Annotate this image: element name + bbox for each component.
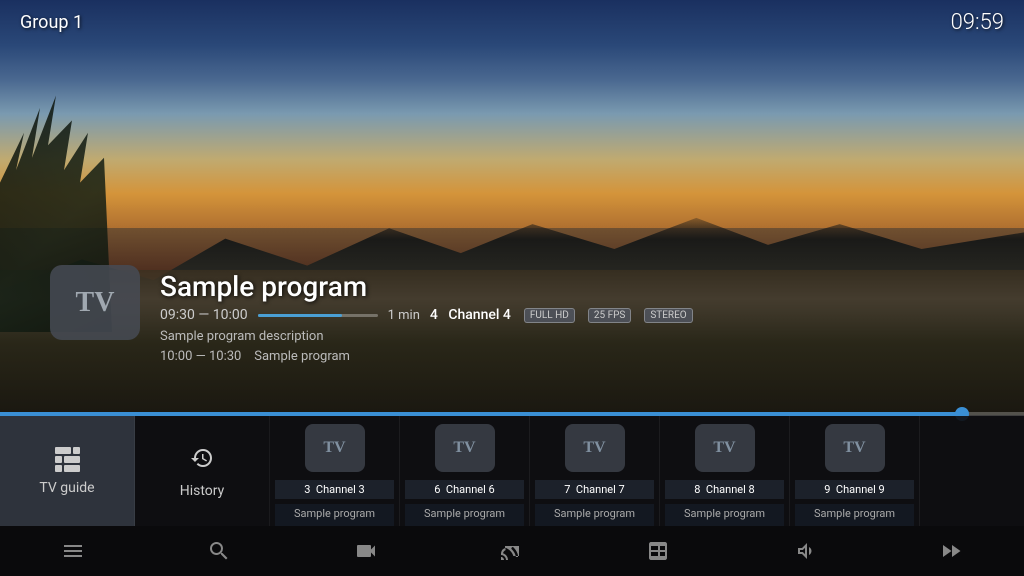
search-button[interactable] bbox=[194, 531, 244, 571]
history-icon bbox=[190, 444, 214, 477]
history-svg bbox=[190, 446, 214, 470]
program-time: 09:30 — 10:00 bbox=[160, 307, 248, 323]
channel-tv-logo: TV bbox=[695, 424, 755, 472]
mini-progress-fill bbox=[258, 314, 342, 317]
channel-card-9[interactable]: TV 9 Channel 9 Sample program bbox=[790, 416, 920, 526]
channel-number-name: 9 Channel 9 bbox=[795, 480, 914, 499]
channel-tv-logo: TV bbox=[435, 424, 495, 472]
program-info: TV Sample program 09:30 — 10:00 1 min 4 … bbox=[60, 270, 984, 364]
mini-progress-bar bbox=[258, 314, 378, 317]
channel-card-6[interactable]: TV 6 Channel 6 Sample program bbox=[400, 416, 530, 526]
cast-button[interactable] bbox=[487, 531, 537, 571]
top-bar: Group 1 09:59 bbox=[0, 0, 1024, 45]
channel-list: TV 3 Channel 3 Sample program TV 6 Chann… bbox=[270, 416, 1024, 526]
group-label: Group 1 bbox=[20, 12, 83, 33]
channel-card-7[interactable]: TV 7 Channel 7 Sample program bbox=[530, 416, 660, 526]
bottom-toolbar bbox=[0, 526, 1024, 576]
channel-number-name: 6 Channel 6 bbox=[405, 480, 524, 499]
menu-icon bbox=[61, 539, 85, 563]
menu-button[interactable] bbox=[48, 531, 98, 571]
badge-fps: 25 FPS bbox=[588, 308, 632, 323]
cast-icon bbox=[500, 539, 524, 563]
badge-fullhd: FULL HD bbox=[524, 308, 575, 323]
channel-name: Channel 4 bbox=[448, 307, 511, 323]
search-icon bbox=[207, 539, 231, 563]
program-details: Sample program 09:30 — 10:00 1 min 4 Cha… bbox=[160, 270, 984, 364]
tv-guide-label: TV guide bbox=[39, 480, 94, 496]
next-program: 10:00 — 10:30 Sample program bbox=[160, 349, 984, 364]
channel-tv-logo: TV bbox=[825, 424, 885, 472]
channel-program: Sample program bbox=[795, 504, 914, 526]
channel-program: Sample program bbox=[275, 504, 394, 526]
nav-tv-guide[interactable]: TV guide bbox=[0, 416, 135, 526]
program-duration: 1 min bbox=[388, 308, 420, 323]
volume-button[interactable] bbox=[780, 531, 830, 571]
program-time-row: 09:30 — 10:00 1 min 4 Channel 4 FULL HD … bbox=[160, 307, 984, 323]
channel-tv-logo: TV bbox=[305, 424, 365, 472]
next-title: Sample program bbox=[254, 349, 350, 364]
video-camera-icon bbox=[354, 539, 378, 563]
video-button[interactable] bbox=[341, 531, 391, 571]
layout-icon bbox=[646, 539, 670, 563]
channel-card-3[interactable]: TV 3 Channel 3 Sample program bbox=[270, 416, 400, 526]
volume-icon bbox=[793, 539, 817, 563]
channel-number-name: 3 Channel 3 bbox=[275, 480, 394, 499]
channel-card-8[interactable]: TV 8 Channel 8 Sample program bbox=[660, 416, 790, 526]
skip-button[interactable] bbox=[926, 531, 976, 571]
layout-button[interactable] bbox=[633, 531, 683, 571]
program-description: Sample program description bbox=[160, 329, 984, 344]
fast-forward-icon bbox=[939, 539, 963, 563]
channel-number: 4 bbox=[430, 307, 438, 323]
channel-logo: TV bbox=[50, 265, 140, 340]
channel-number-name: 7 Channel 7 bbox=[535, 480, 654, 499]
channel-program: Sample program bbox=[535, 504, 654, 526]
program-title: Sample program bbox=[160, 270, 984, 303]
channel-program: Sample program bbox=[665, 504, 784, 526]
history-label: History bbox=[180, 483, 225, 499]
tv-guide-icon bbox=[55, 447, 80, 474]
badge-stereo: STEREO bbox=[644, 308, 692, 323]
channel-number-name: 8 Channel 8 bbox=[665, 480, 784, 499]
clock: 09:59 bbox=[951, 10, 1004, 35]
bottom-panel: TV guide History TV 3 Channel 3 Sample p… bbox=[0, 416, 1024, 526]
tv-logo-text: TV bbox=[76, 287, 115, 319]
next-time: 10:00 — 10:30 bbox=[160, 349, 241, 364]
channel-tv-logo: TV bbox=[565, 424, 625, 472]
channel-badge: 4 Channel 4 bbox=[430, 307, 511, 323]
channel-program: Sample program bbox=[405, 504, 524, 526]
nav-history[interactable]: History bbox=[135, 416, 270, 526]
